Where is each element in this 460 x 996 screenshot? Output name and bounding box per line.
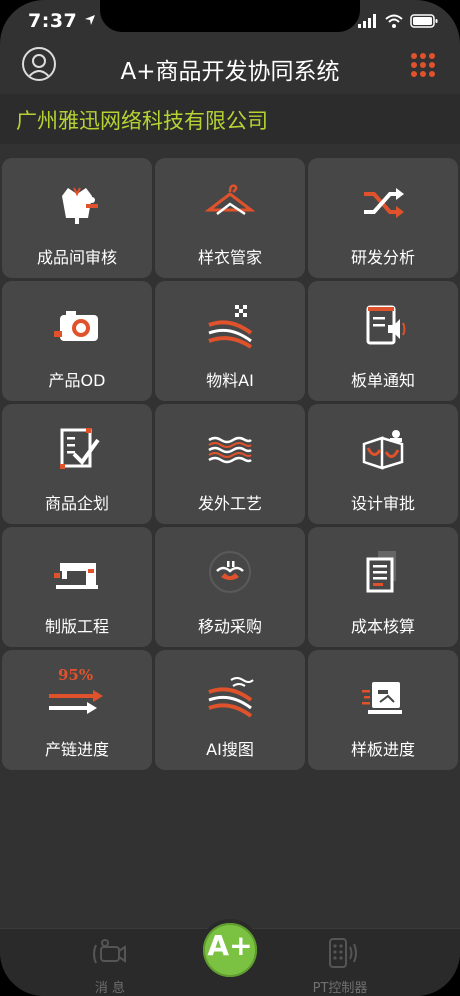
fabric-search-icon [208,677,254,718]
tile-finished-goods-review[interactable]: 成品间审核 [2,158,152,278]
tile-label: 产品OD [48,371,106,390]
design-approval-icon [362,430,404,470]
battery-icon [410,14,438,28]
tile-plate-notice[interactable]: 板单通知 [308,281,458,401]
app-header: A+商品开发协同系统 [0,44,460,94]
page-title: A+商品开发协同系统 [120,59,340,85]
signal-icon [358,14,376,28]
tab-messages[interactable]: 消 息 [60,937,160,996]
shuffle-icon [364,188,404,218]
tile-label: 样衣管家 [197,248,262,267]
tile-ai-image-search[interactable]: AI搜图 [155,650,305,770]
tile-material-ai[interactable]: 物料AI [155,281,305,401]
tile-label: 商品企划 [44,494,109,513]
device-notch [100,0,360,32]
progress-value: 95% [58,666,94,684]
tile-design-approval[interactable]: 设计审批 [308,404,458,524]
tile-cost-accounting[interactable]: 成本核算 [308,527,458,647]
tile-merchandise-planning[interactable]: 商品企划 [2,404,152,524]
tab-label: 消 息 [94,981,126,996]
message-camera-icon [93,939,126,964]
fab-label: A+ [207,929,253,962]
fabric-swatch-icon [208,305,253,349]
mobile-purchase-icon [209,551,251,593]
home-fab-button[interactable]: A+ [199,919,261,981]
checklist-icon [60,428,100,469]
location-arrow-icon [85,15,96,25]
tile-label: 产链进度 [44,740,109,759]
tab-pt-controller[interactable]: PT控制器 [290,937,390,996]
camera-icon [54,311,98,341]
tile-outsource-process[interactable]: 发外工艺 [155,404,305,524]
tile-label: 样板进度 [350,740,415,759]
wifi-icon [385,14,403,28]
tile-label: 制版工程 [44,617,109,636]
remote-control-icon [329,938,357,968]
bottom-tab-bar: 消 息 A+ PT控制器 [0,919,460,996]
tile-label: 发外工艺 [197,494,262,513]
tile-label: 成本核算 [350,617,415,636]
app-logo-icon: A+ [203,923,257,977]
sample-machine-icon [362,682,402,714]
knit-fabric-icon [208,436,252,464]
tile-mobile-purchase[interactable]: 移动采购 [155,527,305,647]
tile-pattern-engineering[interactable]: 制版工程 [2,527,152,647]
company-name: 广州雅迅网络科技有限公司 [16,109,268,133]
tile-sample-manager[interactable]: 样衣管家 [155,158,305,278]
tile-label: 移动采购 [197,617,262,636]
status-bar: 7:37 [0,0,460,44]
status-indicators [358,14,438,28]
notice-speaker-icon [366,305,406,345]
app-screen: 7:37 A+商品开发协同系统 广州雅迅网络科技有限公司 成品间审核 样衣管家 … [0,0,460,996]
tile-rd-analysis[interactable]: 研发分析 [308,158,458,278]
tile-label: 研发分析 [350,248,415,267]
sewing-machine-icon [54,563,98,589]
cost-document-icon [366,551,396,593]
tile-label: 板单通知 [350,371,415,390]
tile-supply-chain-progress[interactable]: 95% 产链进度 [2,650,152,770]
app-grid-menu-icon[interactable] [410,52,436,78]
status-time: 7:37 [28,10,96,32]
tailor-bust-icon [62,187,98,224]
tile-product-od[interactable]: 产品OD [2,281,152,401]
hanger-icon [205,184,255,216]
tab-label: PT控制器 [312,981,368,996]
tile-label: 成品间审核 [36,248,117,267]
tile-sample-progress[interactable]: 样板进度 [308,650,458,770]
tile-label: 设计审批 [350,494,415,513]
tile-label: AI搜图 [206,740,254,759]
tile-label: 物料AI [206,371,254,390]
company-bar: 广州雅迅网络科技有限公司 [0,94,460,144]
